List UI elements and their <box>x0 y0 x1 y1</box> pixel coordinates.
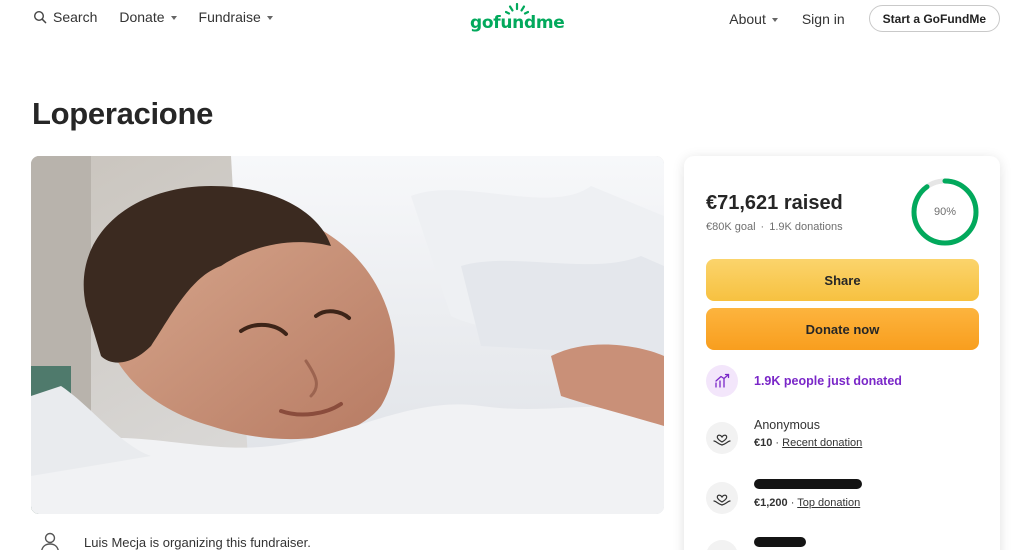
donate-now-button[interactable]: Donate now <box>706 308 979 350</box>
donation-item: €1,200 · Top donation <box>706 478 862 514</box>
recent-donations-trend[interactable]: 1.9K people just donated <box>706 365 902 397</box>
recent-donation-link[interactable]: Recent donation <box>782 437 862 449</box>
donor-name-redacted <box>754 536 806 550</box>
search-icon <box>33 10 47 24</box>
separator-dot: · <box>760 221 765 233</box>
heart-hands-icon <box>706 540 738 550</box>
redaction-mark <box>754 537 806 547</box>
chevron-down-icon <box>170 16 177 20</box>
donation-meta: €10 · Recent donation <box>754 437 863 449</box>
donation-amount: €10 <box>754 437 773 449</box>
search-button[interactable]: Search <box>33 9 97 25</box>
campaign-photo-image <box>31 156 664 514</box>
trending-up-icon <box>706 365 738 397</box>
top-donation-link[interactable]: Top donation <box>797 497 860 509</box>
logo-text: gofundme <box>470 13 565 33</box>
donation-meta: €1,200 · Top donation <box>754 497 861 509</box>
search-label: Search <box>53 9 98 25</box>
fundraise-menu-label: Fundraise <box>198 9 261 25</box>
trend-text: 1.9K people just donated <box>754 374 902 388</box>
chevron-down-icon <box>771 17 778 22</box>
organizer-text: Luis Mecja is organizing this fundraiser… <box>84 534 311 550</box>
nav-right: About Sign in Start a GoFundMe <box>729 5 1000 32</box>
amount-raised: €71,621 raised <box>706 192 843 214</box>
about-menu-label: About <box>729 10 766 27</box>
progress-percent: 90% <box>933 206 957 218</box>
donor-name-redacted <box>754 478 862 494</box>
start-gofundme-button[interactable]: Start a GoFundMe <box>868 5 1000 32</box>
share-button[interactable]: Share <box>706 259 979 301</box>
campaign-photo[interactable] <box>31 156 664 514</box>
donation-item: Anonymous €10 · Recent donation <box>706 418 862 454</box>
goal-summary: €80K goal · 1.9K donations <box>706 221 843 233</box>
goal-text: €80K goal <box>706 221 756 233</box>
chevron-down-icon <box>266 16 273 20</box>
fundraise-menu[interactable]: Fundraise <box>199 9 273 25</box>
sign-in-label: Sign in <box>801 10 845 27</box>
donations-count: 1.9K donations <box>769 221 843 233</box>
gofundme-logo[interactable]: gofundme <box>470 3 565 33</box>
organizer-row: Luis Mecja is organizing this fundraiser… <box>38 530 311 550</box>
user-icon <box>41 532 59 550</box>
page-title: Loperacione <box>32 96 214 131</box>
nav-left: Search Donate Fundraise <box>33 9 295 25</box>
about-menu[interactable]: About <box>729 11 778 27</box>
donate-menu[interactable]: Donate <box>119 9 177 25</box>
donate-menu-label: Donate <box>119 9 165 25</box>
redaction-mark <box>754 479 862 489</box>
donor-name: Anonymous <box>754 418 821 432</box>
heart-hands-icon <box>706 482 738 514</box>
top-navigation: Search Donate Fundraise gofundme About S… <box>0 0 1025 36</box>
donation-item <box>706 536 806 550</box>
donation-amount: €1,200 <box>754 497 788 509</box>
heart-hands-icon <box>706 422 738 454</box>
sign-in-link[interactable]: Sign in <box>802 11 845 27</box>
donation-card: €71,621 raised €80K goal · 1.9K donations … <box>684 156 1000 550</box>
